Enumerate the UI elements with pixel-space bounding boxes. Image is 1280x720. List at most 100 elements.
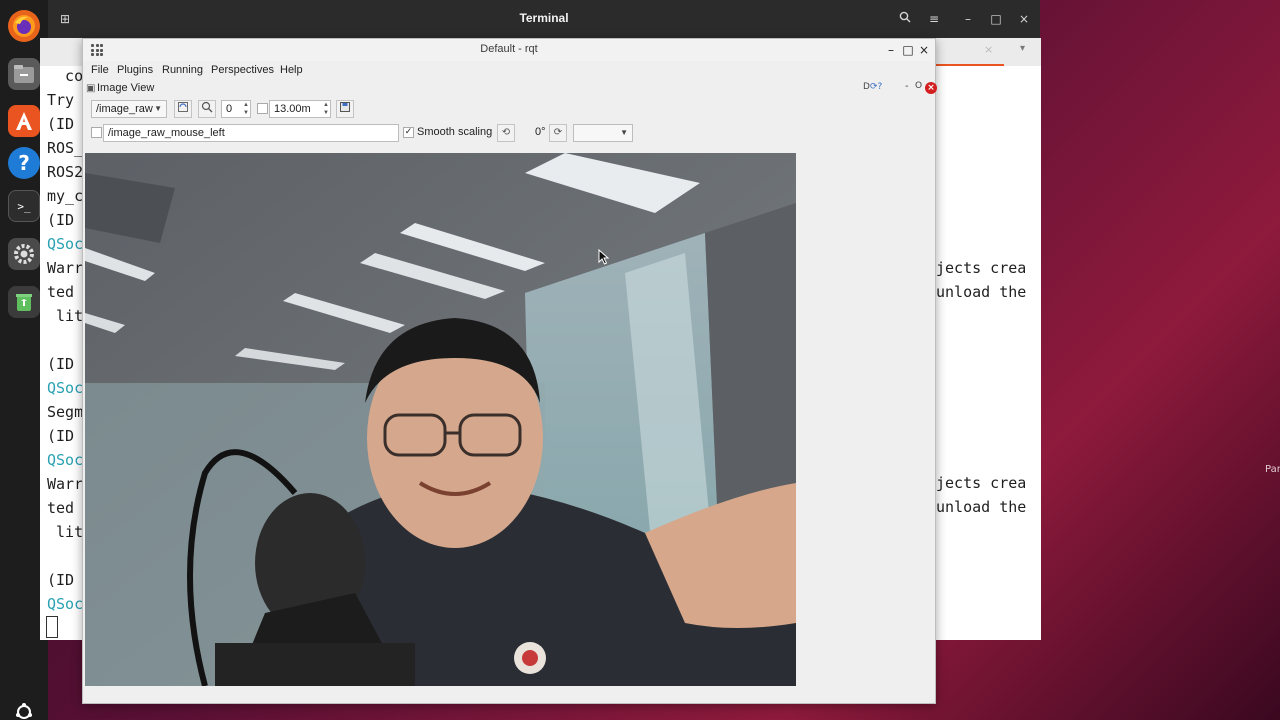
rqt-minimize-icon[interactable]: – [883,42,899,58]
show-apps-icon[interactable] [8,700,40,720]
rotation-label: 0° [535,126,546,138]
ubuntu-logo-glyph [16,703,32,719]
minimize-icon[interactable]: – [959,10,977,28]
publish-click-checkbox[interactable] [91,127,102,138]
refresh-topics-button[interactable] [174,100,192,118]
rqt-window: Default - rqt – □ × File Plugins Running… [82,38,937,704]
firefox-glyph [13,15,35,37]
terminal-line: lit [47,307,84,325]
smooth-scaling-checkbox[interactable]: ✓ [403,127,414,138]
zoom-icon [201,101,213,113]
spin-arrows-icon[interactable]: ▲ ▼ [323,101,329,117]
rotate-right-icon: ⟳ [553,127,563,138]
terminal-line: Try [47,91,75,109]
topic-select-value: /image_raw [96,103,153,115]
dock-d-label: D [863,82,870,92]
trash-glyph [16,294,32,311]
terminal-line: ROS2 [47,163,84,181]
menu-file[interactable]: File [91,64,109,76]
close-icon[interactable]: × [1015,10,1033,28]
help-glyph: ? [18,151,30,175]
camera-image-view[interactable] [85,153,796,686]
rqt-window-title: Default - rqt [480,43,538,55]
terminal-line: jects crea [936,259,1027,277]
dock-float-icon[interactable]: O [915,81,922,91]
terminal-line: unload the [936,498,1027,516]
chevron-down-icon: ▼ [620,128,628,137]
firefox-icon[interactable] [8,10,40,42]
files-glyph [14,65,34,83]
rotate-left-icon: ⟲ [501,127,511,138]
image-view-title: Image View [97,82,155,94]
image-view-plugin-icon: ▣ [86,83,96,94]
settings-gear-icon[interactable] [8,238,40,270]
image-view-dock-titlebar[interactable]: ▣ Image View D⟳? - O × [85,81,937,97]
active-tab-indicator [936,64,1004,66]
save-image-button[interactable] [336,100,354,118]
app-center-glyph [16,112,32,130]
terminal-headerbar: ⊞ Terminal ≡ – □ × [48,0,1040,38]
topic-select[interactable]: /image_raw ▼ [91,100,167,118]
chevron-down-icon: ▼ [154,104,162,113]
mouse-topic-input[interactable]: /image_raw_mouse_left [103,124,399,142]
zoom-value: 0 [226,103,233,115]
dock-help-icons[interactable]: D⟳? [863,82,882,92]
smooth-scaling-label: Smooth scaling [417,126,493,138]
color-scheme-select[interactable]: ▼ [573,124,633,142]
help-circle-icon[interactable]: ? [877,82,882,92]
refresh-icon [178,102,188,112]
terminal-title: Terminal [519,11,569,25]
terminal-line: (ID [47,427,75,445]
gear-glyph [14,244,34,264]
max-range-value: 13.00m [274,103,311,115]
rqt-close-icon[interactable]: × [916,42,932,58]
terminal-line: (ID [47,211,75,229]
terminal-line: (ID [47,355,75,373]
app-center-icon[interactable] [8,105,40,137]
depth-range-checkbox[interactable] [257,103,268,114]
terminal-line: QSoc [47,451,84,469]
terminal-line: co [47,67,84,85]
terminal-line: ted [47,283,75,301]
terminal-cursor [46,616,58,638]
search-glyph [899,11,911,23]
zoom-fit-button[interactable] [198,100,216,118]
terminal-icon[interactable]: >_ [8,190,40,222]
rqt-menubar: File Plugins Running Perspectives Help [83,61,935,81]
terminal-line: my_c [47,187,84,205]
rqt-maximize-icon[interactable]: □ [900,42,916,58]
rotate-right-button[interactable]: ⟳ [549,124,567,142]
max-range-spinbox[interactable]: 13.00m ▲ ▼ [269,100,331,118]
search-icon[interactable] [896,10,914,28]
terminal-line: ROS_ [47,139,84,157]
rotate-left-button[interactable]: ⟲ [497,124,515,142]
save-icon [340,102,350,112]
menu-perspectives[interactable]: Perspectives [211,64,274,76]
menu-help[interactable]: Help [280,64,303,76]
terminal-line: lit [47,523,84,541]
dock-close-icon[interactable]: × [925,82,937,94]
menu-running[interactable]: Running [162,64,203,76]
terminal-line: (ID [47,571,75,589]
hamburger-menu-icon[interactable]: ≡ [925,10,943,28]
zoom-spinbox[interactable]: 0 ▲ ▼ [221,100,251,118]
dock-minimize-icon[interactable]: - [905,81,909,92]
mouse-cursor-icon [598,249,610,265]
spin-arrows-icon[interactable]: ▲ ▼ [243,101,249,117]
terminal-line: Segm [47,403,84,421]
terminal-line: jects crea [936,474,1027,492]
chevron-down-icon[interactable]: ▾ [1020,43,1025,54]
terminal-line: (ID [47,115,75,133]
terminal-line: Warr [47,475,84,493]
files-icon[interactable] [8,58,40,90]
trash-icon[interactable] [8,286,40,318]
terminal-line: Warr [47,259,84,277]
help-icon[interactable]: ? [8,147,40,179]
camera-frame-image [85,153,796,686]
desktop-edge-label: Par [1265,464,1280,475]
rqt-titlebar[interactable]: Default - rqt – □ × [83,39,935,61]
menu-plugins[interactable]: Plugins [117,64,153,76]
maximize-icon[interactable]: □ [987,10,1005,28]
terminal-line: ted [47,499,75,517]
tab-close-icon[interactable]: × [984,43,993,56]
